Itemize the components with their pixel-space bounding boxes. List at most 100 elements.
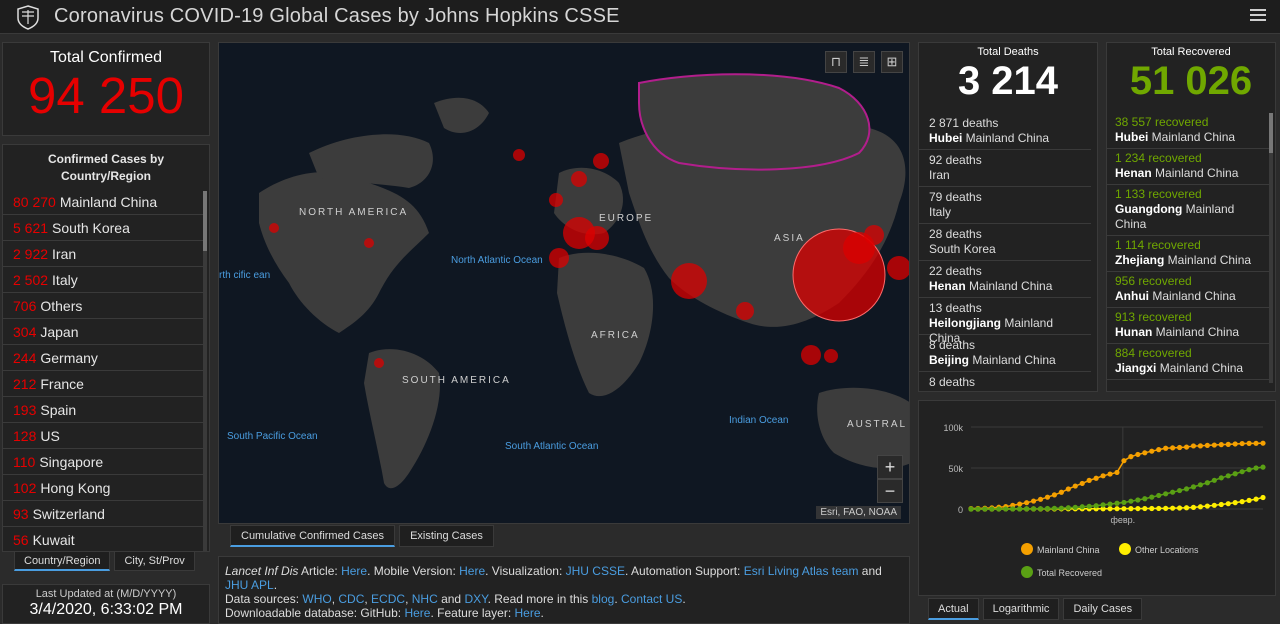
country-row[interactable]: 56 Kuwait bbox=[3, 527, 205, 551]
ecdc-link[interactable]: ECDC bbox=[371, 592, 405, 606]
chart-data-point bbox=[1051, 492, 1058, 498]
nhc-link[interactable]: NHC bbox=[412, 592, 438, 606]
india-cases-marker[interactable] bbox=[736, 302, 754, 320]
bookmark-icon[interactable]: ⊓ bbox=[825, 51, 847, 73]
map-label-europe: EUROPE bbox=[599, 213, 653, 224]
death-row[interactable]: 8 deaths bbox=[919, 372, 1091, 391]
country-name: Hong Kong bbox=[40, 480, 111, 496]
country-row[interactable]: 128 US bbox=[3, 423, 205, 449]
country-row[interactable]: 2 922 Iran bbox=[3, 241, 205, 267]
recovered-row[interactable]: 913 recovered Hunan Mainland China bbox=[1107, 308, 1269, 344]
info-text-part: . bbox=[540, 606, 544, 620]
us-east-cases-marker[interactable] bbox=[364, 238, 374, 248]
country-row[interactable]: 244 Germany bbox=[3, 345, 205, 371]
esri-living-atlas-link[interactable]: Esri Living Atlas team bbox=[744, 564, 859, 578]
chart-data-point bbox=[1107, 471, 1113, 477]
tab-actual[interactable]: Actual bbox=[928, 598, 979, 620]
japan-cases-marker[interactable] bbox=[864, 225, 884, 245]
us-west-cases-marker[interactable] bbox=[269, 223, 279, 233]
death-row[interactable]: 8 deaths Beijing Mainland China bbox=[919, 335, 1091, 372]
blog-link[interactable]: blog bbox=[592, 592, 615, 606]
map-canvas[interactable]: NORTH AMERICA SOUTH AMERICA EUROPE AFRIC… bbox=[219, 43, 910, 524]
spain-cases-marker[interactable] bbox=[549, 248, 569, 268]
death-row[interactable]: 92 deaths Iran bbox=[919, 150, 1091, 187]
chart-data-point bbox=[1260, 440, 1266, 446]
country-row[interactable]: 304 Japan bbox=[3, 319, 205, 345]
chart-legend-swatch bbox=[1021, 543, 1033, 555]
zoom-in-button[interactable]: + bbox=[877, 455, 903, 479]
who-link[interactable]: WHO bbox=[302, 592, 331, 606]
death-count: 2 871 deaths bbox=[929, 116, 999, 130]
death-row[interactable]: 28 deaths South Korea bbox=[919, 224, 1091, 261]
country-row[interactable]: 102 Hong Kong bbox=[3, 475, 205, 501]
recovered-row[interactable]: 956 recovered Anhui Mainland China bbox=[1107, 272, 1269, 308]
tab-country-region[interactable]: Country/Region bbox=[14, 551, 111, 571]
contact-us-link[interactable]: Contact US bbox=[621, 592, 682, 606]
singapore-cases-marker[interactable] bbox=[801, 345, 821, 365]
cdc-link[interactable]: CDC bbox=[338, 592, 364, 606]
death-region: Heilongjiang bbox=[929, 316, 1001, 330]
recovered-country: Mainland China bbox=[1156, 361, 1244, 375]
recovered-list-scrollbar[interactable] bbox=[1269, 113, 1273, 383]
death-row[interactable]: 79 deaths Italy bbox=[919, 187, 1091, 224]
mobile-version-link[interactable]: Here bbox=[459, 564, 485, 578]
uk-cases-marker[interactable] bbox=[571, 171, 587, 187]
country-row[interactable]: 2 502 Italy bbox=[3, 267, 205, 293]
chart-data-point bbox=[1163, 445, 1169, 451]
tab-existing-cases[interactable]: Existing Cases bbox=[399, 525, 494, 547]
country-row[interactable]: 110 Singapore bbox=[3, 449, 205, 475]
country-name: Germany bbox=[40, 350, 98, 366]
world-map[interactable]: NORTH AMERICA SOUTH AMERICA EUROPE AFRIC… bbox=[218, 42, 910, 524]
basemap-gallery-icon[interactable]: ⊞ bbox=[881, 51, 903, 73]
recovered-row[interactable]: 1 114 recovered Zhejiang Mainland China bbox=[1107, 236, 1269, 272]
chart-data-point bbox=[1183, 444, 1190, 450]
country-row[interactable]: 212 France bbox=[3, 371, 205, 397]
france-cases-marker[interactable] bbox=[549, 193, 563, 207]
malaysia-cases-marker[interactable] bbox=[824, 349, 838, 363]
github-link[interactable]: Here bbox=[404, 606, 430, 620]
article-link[interactable]: Here bbox=[341, 564, 367, 578]
scandinavia-cases-marker[interactable] bbox=[593, 153, 609, 169]
country-row[interactable]: 80 270 Mainland China bbox=[3, 189, 205, 215]
legend-icon[interactable]: ≣ bbox=[853, 51, 875, 73]
zoom-out-button[interactable]: − bbox=[877, 479, 903, 503]
country-name: Mainland China bbox=[59, 194, 158, 210]
chart-data-point bbox=[1239, 469, 1245, 475]
tab-city-state[interactable]: City, St/Prov bbox=[114, 551, 195, 571]
dxy-link[interactable]: DXY bbox=[464, 592, 487, 606]
menu-icon[interactable] bbox=[1250, 6, 1266, 22]
recovered-row[interactable]: 38 557 recovered Hubei Mainland China bbox=[1107, 113, 1269, 149]
recovered-region: Anhui bbox=[1115, 289, 1149, 303]
feature-layer-link[interactable]: Here bbox=[515, 606, 541, 620]
recovered-row[interactable]: 884 recovered Jiangxi Mainland China bbox=[1107, 344, 1269, 380]
country-row[interactable]: 706 Others bbox=[3, 293, 205, 319]
country-row[interactable]: 93 Switzerland bbox=[3, 501, 205, 527]
tab-daily-cases[interactable]: Daily Cases bbox=[1063, 598, 1143, 620]
country-row[interactable]: 5 621 South Korea bbox=[3, 215, 205, 241]
europe-cases-marker[interactable] bbox=[585, 226, 609, 250]
death-row[interactable]: 22 deaths Henan Mainland China bbox=[919, 261, 1091, 298]
chart-data-point bbox=[1253, 496, 1259, 502]
info-text: Lancet Inf Dis Article: Here. Mobile Ver… bbox=[219, 557, 909, 620]
jhu-csse-link[interactable]: JHU CSSE bbox=[566, 564, 625, 578]
tab-cumulative-confirmed[interactable]: Cumulative Confirmed Cases bbox=[230, 525, 396, 547]
chart-data-point bbox=[1030, 498, 1037, 504]
country-list-scrollbar[interactable] bbox=[203, 191, 207, 551]
last-updated-label: Last Updated at (M/D/YYYY) bbox=[35, 588, 177, 600]
chart-data-point bbox=[1037, 506, 1044, 512]
jhu-apl-link[interactable]: JHU APL bbox=[225, 578, 274, 592]
japan-east-marker[interactable] bbox=[887, 256, 910, 280]
tab-logarithmic[interactable]: Logarithmic bbox=[982, 598, 1060, 620]
iran-cases-marker[interactable] bbox=[671, 263, 707, 299]
recovered-row[interactable]: 1 133 recovered Guangdong Mainland China bbox=[1107, 185, 1269, 236]
iceland-cases-marker[interactable] bbox=[513, 149, 525, 161]
country-row[interactable]: 193 Spain bbox=[3, 397, 205, 423]
chart-data-point bbox=[1197, 482, 1204, 488]
south-america-cases-marker[interactable] bbox=[374, 358, 384, 368]
death-row[interactable]: 2 871 deaths Hubei Mainland China bbox=[919, 113, 1091, 150]
chart-data-point bbox=[1128, 454, 1134, 460]
recovered-row[interactable]: 1 234 recovered Henan Mainland China bbox=[1107, 149, 1269, 185]
death-row[interactable]: 13 deaths Heilongjiang Mainland China bbox=[919, 298, 1091, 345]
map-label-australia: AUSTRAL bbox=[847, 419, 907, 430]
chart-y-tick-label: 100k bbox=[943, 423, 963, 433]
